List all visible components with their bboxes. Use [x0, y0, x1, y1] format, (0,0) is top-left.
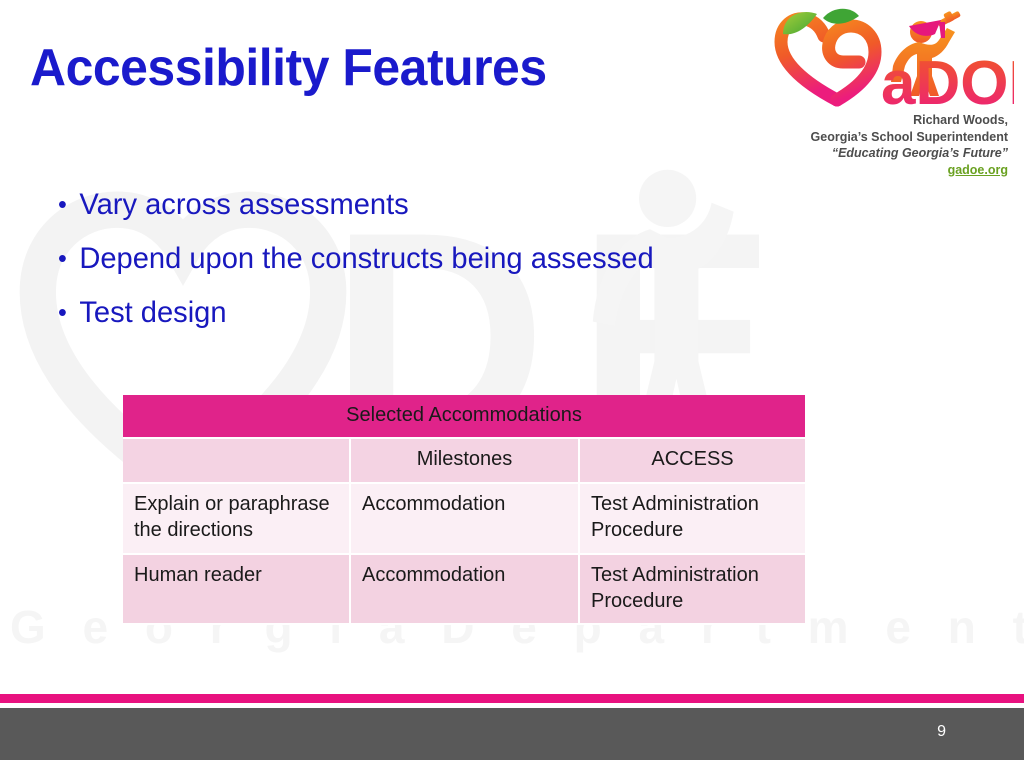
cell-feature: Explain or paraphrase the directions: [123, 483, 351, 555]
gadoe-logo-mark: aDOE: [769, 4, 1014, 112]
list-item-text: Test design: [79, 296, 227, 329]
logo-wordmark: aDOE: [881, 49, 1014, 112]
cell-milestones: Accommodation: [351, 554, 580, 626]
table-row: Explain or paraphrase the directions Acc…: [123, 483, 806, 555]
superintendent-title: Georgia’s School Superintendent: [810, 129, 1008, 144]
cell-feature: Human reader: [123, 554, 351, 626]
agency-motto: “Educating Georgia’s Future”: [831, 146, 1008, 160]
page-number: 9: [937, 723, 946, 740]
list-item-text: Vary across assessments: [79, 188, 409, 221]
bullet-marker-icon: •: [58, 189, 67, 219]
list-item-text: Depend upon the constructs being assesse…: [79, 242, 654, 275]
bullet-marker-icon: •: [58, 243, 67, 273]
cell-access: Test Administration Procedure: [580, 483, 806, 555]
page-title: Accessibility Features: [30, 39, 547, 97]
footer-accent-bar: [0, 694, 1024, 703]
cell-milestones: Accommodation: [351, 483, 580, 555]
table-header-row: Milestones ACCESS: [123, 439, 806, 484]
gadoe-url-link[interactable]: gadoe.org: [764, 162, 1014, 179]
list-item: • Depend upon the constructs being asses…: [58, 242, 853, 275]
presentation-slide: DE G e o r g i a D e p a r t m e n t o f…: [0, 0, 1024, 768]
column-header-feature: [123, 439, 351, 484]
footer-bar: [0, 708, 1024, 760]
list-item: • Test design: [58, 296, 853, 329]
list-item: • Vary across assessments: [58, 188, 853, 221]
table-row: Human reader Accommodation Test Administ…: [123, 554, 806, 626]
superintendent-name: Richard Woods,: [913, 113, 1008, 127]
cell-access: Test Administration Procedure: [580, 554, 806, 626]
table-caption-row: Selected Accommodations: [123, 395, 806, 440]
column-header-milestones: Milestones: [351, 439, 580, 484]
table-caption: Selected Accommodations: [123, 395, 806, 440]
bullet-marker-icon: •: [58, 297, 67, 327]
bullet-list: • Vary across assessments • Depend upon …: [58, 188, 878, 352]
gadoe-logo-block: aDOE Richard Woods, Georgia’s School Sup…: [764, 4, 1014, 178]
column-header-access: ACCESS: [580, 439, 806, 484]
selected-accommodations-table: Selected Accommodations Milestones ACCES…: [123, 395, 806, 626]
